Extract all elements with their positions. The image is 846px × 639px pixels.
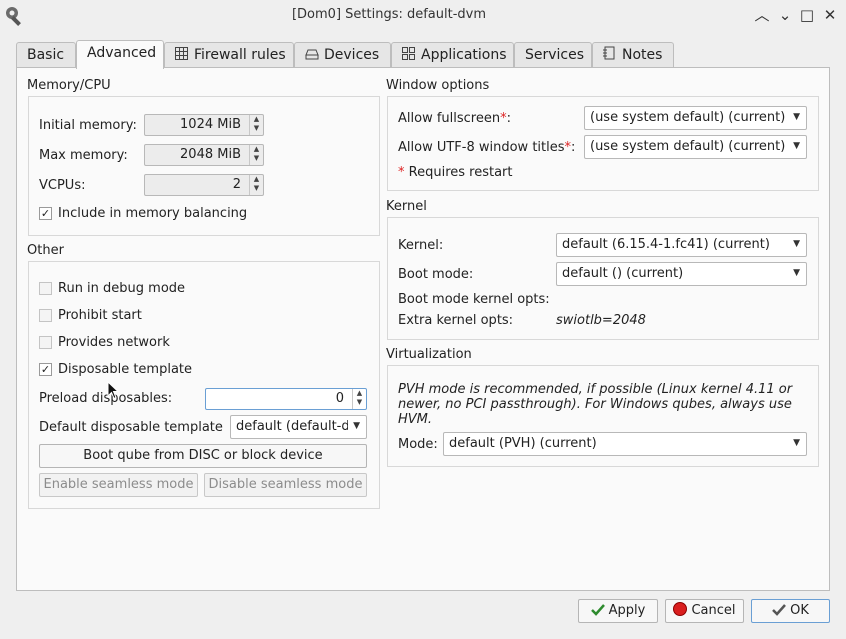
chevron-down-icon: ▼ — [353, 421, 360, 431]
provides-network-label: Provides network — [58, 335, 170, 350]
utf8-titles-label: Allow UTF-8 window titles*: — [398, 140, 576, 155]
close-button[interactable]: ✕ — [821, 6, 839, 24]
provides-network-checkbox[interactable] — [39, 336, 52, 349]
boot-disc-button[interactable]: Boot qube from DISC or block device — [39, 444, 367, 468]
extra-kernel-opts-label: Extra kernel opts: — [398, 313, 514, 328]
spin-arrows-icon[interactable]: ▲ ▼ — [352, 389, 366, 409]
chevron-down-icon: ▼ — [793, 141, 800, 151]
other-title: Other — [27, 243, 64, 258]
debug-mode-checkbox[interactable] — [39, 282, 52, 295]
max-memory-spinbox[interactable]: 2048 MiB ▲ ▼ — [144, 144, 264, 166]
minimize-button[interactable]: ︿ — [753, 6, 771, 24]
disposable-template-checkbox[interactable]: ✓ — [39, 363, 52, 376]
chevron-down-icon: ▼ — [793, 239, 800, 249]
grid-icon — [175, 44, 189, 68]
checkmark-icon — [590, 602, 605, 624]
tab-services[interactable]: Services — [514, 42, 592, 68]
spin-arrows-icon[interactable]: ▲ ▼ — [249, 115, 263, 135]
disposable-template-label: Disposable template — [58, 362, 193, 377]
stop-icon — [673, 602, 688, 624]
initial-memory-label: Initial memory: — [39, 118, 137, 133]
maximize-button[interactable]: □ — [798, 6, 816, 24]
vcpus-label: VCPUs: — [39, 178, 86, 193]
notebook-icon — [603, 44, 617, 68]
window-title: [Dom0] Settings: default-dvm — [291, 7, 487, 22]
checkmark-icon — [772, 602, 787, 624]
initial-memory-spinbox[interactable]: 1024 MiB ▲ ▼ — [144, 114, 264, 136]
tab-notes[interactable]: Notes — [592, 42, 674, 68]
kernel-title: Kernel — [386, 199, 427, 214]
apply-button[interactable]: Apply — [578, 599, 658, 623]
tab-firewall-rules[interactable]: Firewall rules — [164, 42, 294, 68]
utf8-titles-combo[interactable]: (use system default) (current) ▼ — [584, 135, 807, 159]
apps-icon — [402, 44, 416, 68]
spin-arrows-icon[interactable]: ▲ ▼ — [249, 145, 263, 165]
mouse-cursor-icon — [107, 380, 120, 404]
shade-button[interactable]: ⌄ — [776, 6, 794, 24]
extra-kernel-opts-value: swiotlb=2048 — [556, 313, 646, 328]
other-group — [28, 261, 380, 509]
virt-mode-label: Mode: — [398, 437, 438, 452]
enable-seamless-button[interactable]: Enable seamless mode — [39, 473, 198, 497]
requires-restart-note: * Requires restart — [398, 165, 513, 180]
spin-arrows-icon[interactable]: ▲ ▼ — [249, 175, 263, 195]
virtualization-title: Virtualization — [386, 347, 472, 362]
chevron-down-icon: ▼ — [793, 438, 800, 448]
default-disposable-label: Default disposable template — [39, 420, 223, 435]
boot-mode-combo[interactable]: default () (current) ▼ — [556, 262, 807, 286]
default-disposable-combo[interactable]: default (default-dvm) (current) ▼ — [230, 415, 367, 439]
virt-mode-combo[interactable]: default (PVH) (current) ▼ — [443, 432, 807, 456]
chevron-down-icon: ▼ — [793, 268, 800, 278]
memory-balancing-checkbox[interactable]: ✓ — [39, 207, 52, 220]
debug-mode-label: Run in debug mode — [58, 281, 186, 296]
tab-devices[interactable]: Devices — [294, 42, 391, 68]
kernel-combo[interactable]: default (6.15.4-1.fc41) (current) ▼ — [556, 233, 807, 257]
ok-button[interactable]: OK — [751, 599, 830, 623]
disable-seamless-button[interactable]: Disable seamless mode — [204, 473, 367, 497]
preload-disposables-spinbox[interactable]: 0 ▲ ▼ — [205, 388, 367, 410]
boot-mode-label: Boot mode: — [398, 267, 474, 282]
fullscreen-combo[interactable]: (use system default) (current) ▼ — [584, 106, 807, 130]
cancel-button[interactable]: Cancel — [665, 599, 744, 623]
tab-basic[interactable]: Basic — [16, 42, 76, 68]
prohibit-start-label: Prohibit start — [58, 308, 142, 323]
chevron-down-icon: ▼ — [793, 112, 800, 122]
tab-advanced[interactable]: Advanced — [76, 40, 164, 69]
vcpus-spinbox[interactable]: 2 ▲ ▼ — [144, 174, 264, 196]
preload-disposables-label: Preload disposables: — [39, 391, 173, 406]
tab-applications[interactable]: Applications — [391, 42, 514, 68]
kernel-label: Kernel: — [398, 238, 444, 253]
virtualization-note: PVH mode is recommended, if possible (Li… — [398, 382, 793, 427]
boot-mode-opts-label: Boot mode kernel opts: — [398, 292, 550, 307]
fullscreen-label: Allow fullscreen*: — [398, 111, 511, 126]
max-memory-label: Max memory: — [39, 148, 128, 163]
prohibit-start-checkbox[interactable] — [39, 309, 52, 322]
memory-balancing-label: Include in memory balancing — [58, 206, 248, 221]
window-options-title: Window options — [386, 78, 490, 93]
memory-cpu-title: Memory/CPU — [27, 78, 111, 93]
drive-icon — [305, 44, 319, 68]
